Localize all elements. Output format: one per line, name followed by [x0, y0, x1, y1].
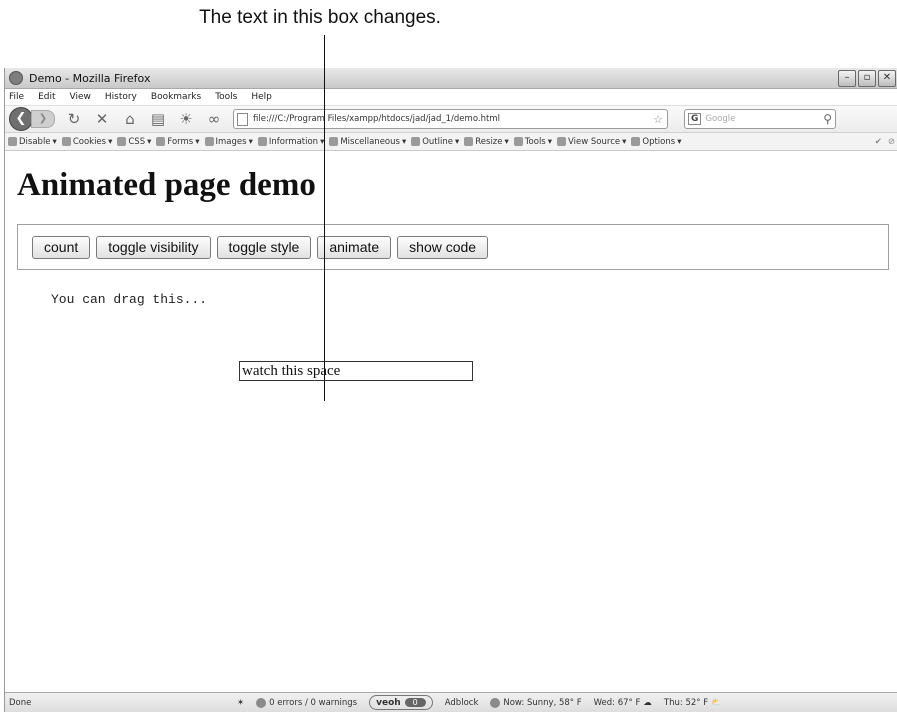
devbar-outline[interactable]: Outline ▾ — [411, 137, 459, 147]
draggable-text[interactable]: You can drag this... — [51, 292, 207, 307]
status-bar: Done ✶ 0 errors / 0 warnings veoh 0 Adblo… — [5, 692, 897, 712]
devbar-view-source[interactable]: View Source ▾ — [557, 137, 626, 147]
web-developer-toolbar: Disable ▾ Cookies ▾ CSS ▾ Forms ▾ Images ▾ In… — [5, 133, 897, 151]
show-code-button[interactable]: show code — [397, 235, 489, 259]
devbar-information[interactable]: Information ▾ — [257, 137, 324, 147]
window-controls: – ▫ ✕ — [838, 69, 896, 87]
devbar-disable[interactable]: Disable ▾ — [8, 137, 57, 147]
page-icon — [237, 112, 248, 126]
devbar-resize[interactable]: Resize ▾ — [464, 137, 509, 147]
toggle-visibility-button[interactable]: toggle visibility — [96, 235, 211, 259]
back-arrow-icon[interactable]: ❮ — [9, 107, 33, 131]
toggle-style-button[interactable]: toggle style — [216, 235, 312, 259]
firefox-icon — [9, 71, 23, 85]
error-console-status[interactable]: 0 errors / 0 warnings — [256, 697, 357, 708]
animate-button[interactable]: animate — [317, 235, 392, 259]
count-button[interactable]: count — [32, 235, 91, 259]
annotation-pointer-line — [324, 35, 325, 401]
reload-icon[interactable]: ↻ — [65, 110, 83, 128]
addon-icon[interactable]: ☀ — [177, 110, 195, 128]
url-text: file:///C:/Program Files/xampp/htdocs/ja… — [253, 114, 500, 124]
maximize-button[interactable]: ▫ — [858, 69, 876, 87]
search-input[interactable]: G Google ⚲ — [684, 109, 836, 129]
weather-icon — [490, 697, 501, 708]
search-placeholder: Google — [705, 114, 736, 124]
home-icon[interactable]: ⌂ — [121, 110, 139, 128]
weather-now[interactable]: Now: Sunny, 58° F — [490, 697, 582, 708]
close-button[interactable]: ✕ — [878, 69, 896, 87]
menu-bookmarks[interactable]: Bookmarks — [151, 92, 201, 102]
veoh-counter: 0 — [404, 698, 426, 707]
menu-edit[interactable]: Edit — [38, 92, 55, 102]
annotation-caption: The text in this box changes. — [199, 7, 441, 28]
navigation-toolbar: ❮ ❯ ↻ ✕ ⌂ ▤ ☀ ∞ file:///C:/Program Files… — [5, 106, 897, 133]
print-icon[interactable]: ▤ — [149, 110, 167, 128]
forward-arrow-icon[interactable]: ❯ — [31, 110, 55, 128]
browser-window: Demo - Mozilla Firefox – ▫ ✕ File Edit V… — [4, 68, 897, 712]
block-icon[interactable]: ⊘ — [888, 137, 895, 147]
button-panel: count toggle visibility toggle style ani… — [17, 224, 889, 270]
devbar-miscellaneous[interactable]: Miscellaneous ▾ — [329, 137, 406, 147]
page-title: Animated page demo — [17, 167, 316, 203]
menu-view[interactable]: View — [70, 92, 91, 102]
window-title: Demo - Mozilla Firefox — [29, 71, 151, 85]
link-icon[interactable]: ∞ — [205, 110, 223, 128]
devbar-css[interactable]: CSS ▾ — [117, 137, 151, 147]
cloud-sun-icon: ⛅ — [711, 697, 722, 708]
search-engine-icon[interactable]: G — [688, 113, 702, 125]
menu-file[interactable]: File — [9, 92, 24, 102]
minimize-button[interactable]: – — [838, 69, 856, 87]
back-forward-group: ❮ ❯ — [9, 107, 55, 131]
page-content: Animated page demo count toggle visibili… — [5, 151, 897, 691]
stop-icon[interactable]: ✕ — [93, 110, 111, 128]
bookmark-star-icon[interactable]: ☆ — [653, 113, 663, 126]
weather-wed[interactable]: Wed: 67° F ☁ — [594, 698, 652, 708]
devbar-forms[interactable]: Forms ▾ — [156, 137, 200, 147]
devbar-options[interactable]: Options ▾ — [631, 137, 681, 147]
cloud-icon: ☁ — [643, 697, 652, 708]
check-icon[interactable]: ✔ — [875, 137, 882, 147]
devbar-status-icons: ✔ ⊘ — [875, 137, 895, 147]
menu-help[interactable]: Help — [251, 92, 272, 102]
adblock-status[interactable]: Adblock — [445, 698, 479, 708]
veoh-widget[interactable]: veoh 0 — [369, 695, 433, 710]
weather-thu[interactable]: Thu: 52° F ⛅ — [664, 698, 722, 708]
search-icon[interactable]: ⚲ — [823, 112, 832, 126]
devbar-tools[interactable]: Tools ▾ — [513, 137, 552, 147]
menu-bar: File Edit View History Bookmarks Tools H… — [5, 89, 897, 106]
devbar-images[interactable]: Images ▾ — [204, 137, 253, 147]
menu-tools[interactable]: Tools — [215, 92, 237, 102]
menu-history[interactable]: History — [105, 92, 137, 102]
spark-icon: ✶ — [237, 697, 245, 708]
output-box: watch this space — [239, 361, 473, 381]
devbar-cookies[interactable]: Cookies ▾ — [61, 137, 112, 147]
title-bar: Demo - Mozilla Firefox – ▫ ✕ — [5, 68, 897, 89]
status-text: Done — [9, 697, 32, 708]
check-circle-icon — [256, 697, 267, 708]
address-bar[interactable]: file:///C:/Program Files/xampp/htdocs/ja… — [233, 109, 668, 129]
